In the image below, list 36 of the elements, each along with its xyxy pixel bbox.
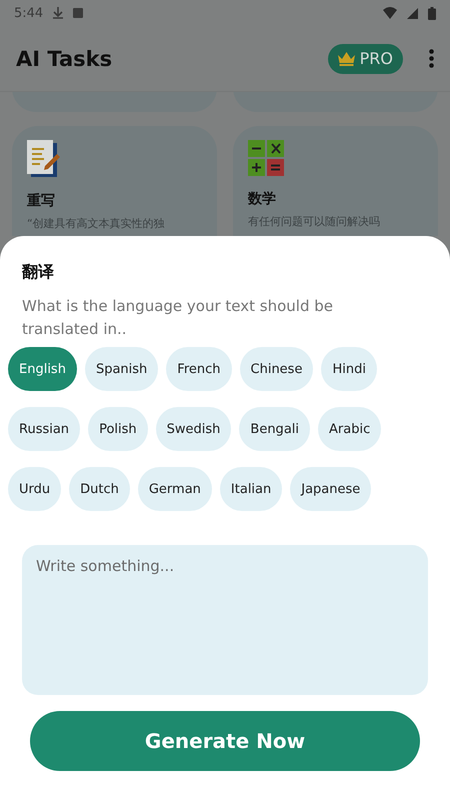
language-chip[interactable]: Urdu [8, 467, 62, 511]
app-title: AI Tasks [16, 46, 114, 70]
language-chip[interactable]: Polish [88, 407, 148, 451]
status-time: 5:44 [14, 6, 44, 20]
battery-icon [428, 6, 436, 20]
task-title: 重写 [27, 192, 56, 210]
document-pencil-icon [27, 140, 61, 178]
math-operators-icon [248, 140, 284, 176]
sheet-title: 翻译 [20, 262, 55, 283]
language-chip[interactable]: Hindi [321, 347, 377, 391]
language-chip[interactable]: Italian [220, 467, 282, 511]
language-chip[interactable]: Bengali [239, 407, 310, 451]
task-description: 有任何问题可以随问解决吗 [248, 214, 381, 229]
wifi-icon [383, 7, 397, 19]
download-icon [53, 7, 64, 19]
crown-icon [338, 52, 355, 66]
language-chip[interactable]: German [138, 467, 212, 511]
language-chip[interactable]: Swedish [156, 407, 232, 451]
language-chip[interactable]: French [166, 347, 232, 391]
language-chip[interactable]: Japanese [290, 467, 372, 511]
input-field[interactable]: Write something... [22, 545, 428, 695]
more-options-icon[interactable] [429, 49, 434, 68]
generate-button[interactable]: Generate Now [30, 711, 420, 771]
language-chip[interactable]: Spanish [84, 347, 158, 391]
task-title: 数学 [248, 190, 277, 208]
sheet-prompt: What is the language your text should be translated in.. [21, 296, 334, 340]
signal-icon [407, 8, 418, 18]
task-card[interactable]: 重写 “创建具有高文本真实性的独 [12, 126, 217, 236]
task-description: “创建具有高文本真实性的独 [27, 216, 166, 231]
language-chip[interactable]: Chinese [240, 347, 314, 391]
pro-button[interactable]: PRO [328, 44, 403, 74]
task-card[interactable]: 数学 有任何问题可以随问解决吗 [233, 126, 438, 236]
language-chip[interactable]: Russian [8, 407, 80, 451]
language-chip[interactable]: Dutch [69, 467, 130, 511]
language-chip[interactable]: Arabic [318, 407, 382, 451]
language-chip[interactable]: English [8, 347, 77, 391]
